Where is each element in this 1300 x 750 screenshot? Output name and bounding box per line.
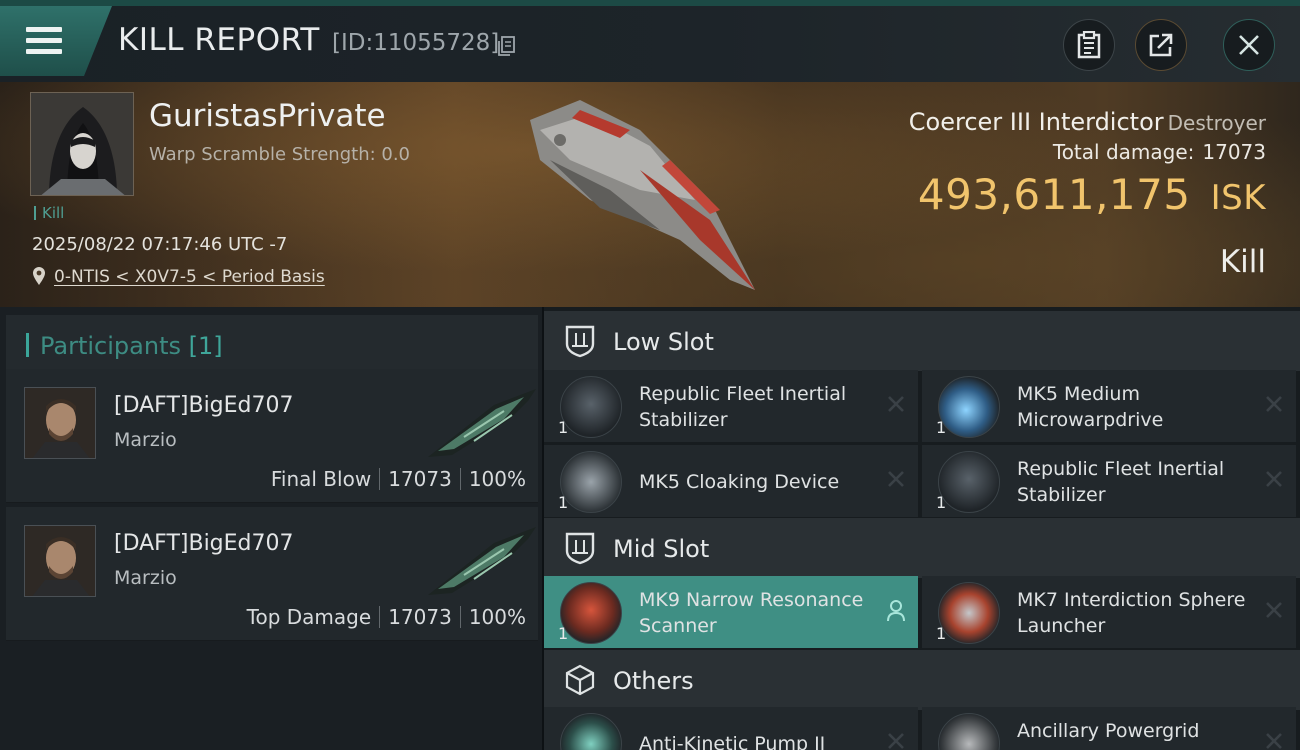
ship-class: Destroyer — [1167, 111, 1266, 135]
participant-role: Top Damage — [246, 605, 372, 629]
isk-unit: ISK — [1210, 178, 1266, 218]
item-name: MK7 Interdiction Sphere Launcher — [1017, 589, 1246, 637]
shield-slot-icon — [565, 532, 595, 565]
others-title: Others — [613, 667, 694, 695]
participant-role: Final Blow — [270, 467, 372, 491]
kill-tag: Kill — [34, 206, 64, 221]
module-icon — [560, 451, 622, 513]
item-name: Anti-Kinetic Pump II — [639, 733, 826, 750]
warp-scramble-strength: Warp Scramble Strength: 0.0 — [149, 144, 411, 165]
avatar — [24, 387, 96, 459]
remove-x-icon[interactable] — [884, 467, 908, 491]
total-damage-value: 17073 — [1202, 140, 1266, 164]
mid-slot-title: Mid Slot — [613, 535, 710, 563]
module-icon — [938, 713, 1000, 750]
avatar — [24, 525, 96, 597]
clipboard-icon — [1077, 31, 1101, 59]
participant-percent: 100% — [468, 467, 526, 491]
close-icon — [1239, 35, 1259, 55]
remove-x-icon[interactable] — [884, 729, 908, 750]
module-icon — [938, 376, 1000, 438]
item-quantity: 1 — [936, 418, 947, 437]
kill-result: Kill — [1219, 244, 1266, 280]
participants-title: Participants — [40, 332, 181, 360]
victim-panel: GuristasPrivate Warp Scramble Strength: … — [0, 82, 1300, 307]
close-button[interactable] — [1223, 19, 1275, 71]
location-pin-icon — [33, 267, 45, 285]
participants-count: [1] — [188, 332, 223, 360]
participant-row[interactable]: [DAFT]BigEd707 Marzio Final Blow 17073 100… — [6, 369, 538, 503]
item-quantity: 1 — [558, 418, 569, 437]
remove-x-icon[interactable] — [1262, 598, 1286, 622]
item-name: MK9 Narrow Resonance Scanner — [639, 589, 864, 637]
menu-button[interactable] — [0, 6, 112, 76]
fitting-item[interactable]: 1 Republic Fleet Inertial Stabilizer — [544, 370, 918, 442]
hooded-figure-icon — [31, 93, 133, 195]
item-name: MK5 Cloaking Device — [639, 471, 840, 493]
participant-damage: 17073 — [388, 605, 452, 629]
low-slot-header: Low Slot — [544, 311, 1300, 371]
location-link[interactable]: 0-NTIS < X0V7-5 < Period Basis — [54, 267, 325, 287]
ship-name[interactable]: Coercer III Interdictor Destroyer — [909, 108, 1266, 136]
participant-ship: Marzio — [114, 429, 177, 451]
low-slot-title: Low Slot — [613, 328, 714, 356]
fittings-panel: Low Slot 1 Republic Fleet Inertial Stabi… — [544, 307, 1300, 750]
item-name: MK5 Medium Microwarpdrive — [1017, 383, 1164, 431]
share-icon — [1149, 33, 1173, 57]
cube-icon — [565, 664, 595, 696]
victim-name[interactable]: GuristasPrivate — [149, 98, 386, 134]
fitting-item[interactable]: Anti-Kinetic Pump II — [544, 707, 918, 750]
participant-percent: 100% — [468, 605, 526, 629]
item-quantity: 1 — [558, 493, 569, 512]
participant-damage: 17073 — [388, 467, 452, 491]
participant-name[interactable]: [DAFT]BigEd707 — [114, 393, 294, 418]
participant-ship: Marzio — [114, 567, 177, 589]
participants-header: Participants [1] — [6, 315, 538, 373]
participant-ship-image — [428, 389, 536, 457]
fitting-item[interactable]: Ancillary Powergrid — [922, 707, 1296, 750]
module-icon — [938, 582, 1000, 644]
clipboard-button[interactable] — [1063, 19, 1115, 71]
remove-x-icon[interactable] — [1262, 392, 1286, 416]
character-icon[interactable] — [886, 600, 906, 622]
others-header: Others — [544, 650, 1300, 710]
item-quantity: 1 — [936, 624, 947, 643]
report-id: [ID:11055728] — [332, 30, 500, 56]
victim-portrait[interactable] — [30, 92, 134, 196]
isk-value: 493,611,175 ISK — [917, 170, 1266, 219]
shield-slot-icon — [565, 325, 595, 358]
fitting-item[interactable]: 1 Republic Fleet Inertial Stabilizer — [922, 445, 1296, 517]
participants-panel: Participants [1] [DAFT]BigEd707 Marzio F… — [0, 307, 542, 750]
participant-name[interactable]: [DAFT]BigEd707 — [114, 531, 294, 556]
fitting-item[interactable]: 1 MK7 Interdiction Sphere Launcher — [922, 576, 1296, 648]
module-icon — [938, 451, 1000, 513]
participant-ship-image — [428, 527, 536, 595]
menu-icon — [26, 27, 62, 55]
mid-slot-header: Mid Slot — [544, 518, 1300, 578]
item-name: Ancillary Powergrid — [1017, 720, 1200, 742]
remove-x-icon[interactable] — [1262, 467, 1286, 491]
participant-stats: Top Damage 17073 100% — [247, 605, 526, 629]
header-bar: KILL REPORT [ID:11055728] — [0, 6, 1300, 82]
page-title: KILL REPORT — [118, 22, 320, 58]
remove-x-icon[interactable] — [884, 392, 908, 416]
item-name: Republic Fleet Inertial Stabilizer — [639, 383, 847, 431]
participant-row[interactable]: [DAFT]BigEd707 Marzio Top Damage 17073 100… — [6, 507, 538, 641]
fitting-item[interactable]: 1 MK5 Medium Microwarpdrive — [922, 370, 1296, 442]
remove-x-icon[interactable] — [1262, 729, 1286, 750]
kill-timestamp: 2025/08/22 07:17:46 UTC -7 — [32, 234, 288, 255]
participant-stats: Final Blow 17073 100% — [271, 467, 526, 491]
fitting-item-selected[interactable]: 1 MK9 Narrow Resonance Scanner — [544, 576, 918, 648]
module-icon — [560, 582, 622, 644]
item-name: Republic Fleet Inertial Stabilizer — [1017, 458, 1225, 506]
share-button[interactable] — [1135, 19, 1187, 71]
module-icon — [560, 376, 622, 438]
copy-icon[interactable] — [498, 36, 516, 56]
module-icon — [560, 713, 622, 750]
fitting-item[interactable]: 1 MK5 Cloaking Device — [544, 445, 918, 517]
victim-ship-image — [530, 100, 755, 290]
item-quantity: 1 — [558, 624, 569, 643]
item-quantity: 1 — [936, 493, 947, 512]
total-damage: Total damage: 17073 — [1052, 140, 1266, 164]
